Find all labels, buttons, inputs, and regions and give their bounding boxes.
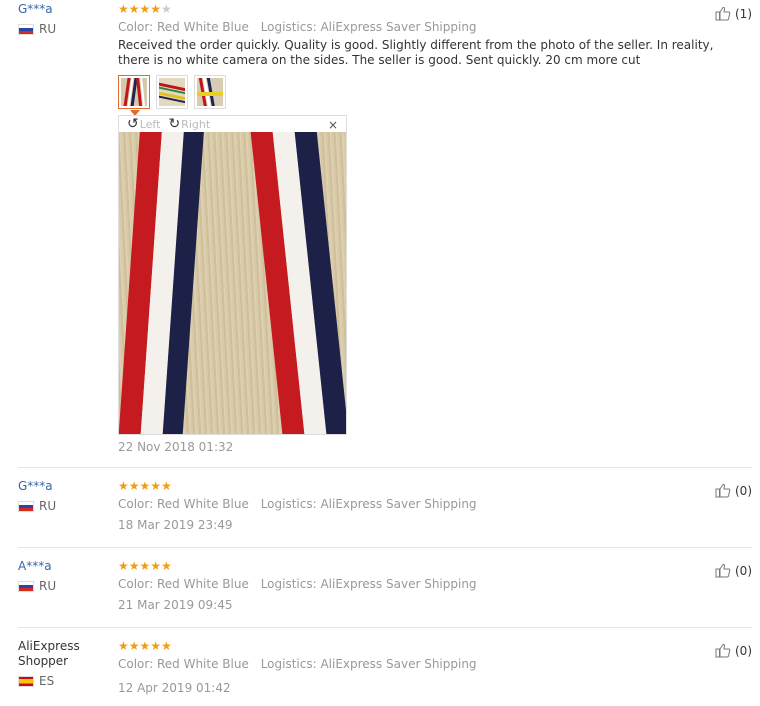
reviewer-country: RU xyxy=(18,579,113,593)
helpful-button[interactable]: (1) xyxy=(715,6,752,21)
review-date: 22 Nov 2018 01:32 xyxy=(118,440,234,454)
review-divider xyxy=(18,627,752,628)
rotate-left-button[interactable]: ↺ Left xyxy=(127,116,161,132)
flag-ru-icon xyxy=(18,500,34,512)
review-date: 18 Mar 2019 23:49 xyxy=(118,518,233,532)
helpful-button[interactable]: (0) xyxy=(715,483,752,498)
review-photo xyxy=(119,132,346,434)
country-code: RU xyxy=(39,22,57,36)
logistics-info: Logistics: AliExpress Saver Shipping xyxy=(260,497,477,511)
rotate-right-label: Right xyxy=(181,117,211,131)
review-text: Received the order quickly. Quality is g… xyxy=(118,38,714,67)
helpful-count: (0) xyxy=(735,563,752,578)
reviewer-name: AliExpress Shopper xyxy=(18,639,80,668)
close-icon[interactable]: × xyxy=(328,118,338,132)
star-rating: ★★★★★ xyxy=(118,559,172,573)
star-rating: ★★★★★ xyxy=(118,479,172,493)
country-code: RU xyxy=(39,499,57,513)
reviewer-name[interactable]: G***a xyxy=(18,2,113,17)
logistics-info: Logistics: AliExpress Saver Shipping xyxy=(260,20,477,34)
color-info: Color: Red White Blue xyxy=(118,657,249,671)
photo-thumbnail[interactable] xyxy=(118,75,150,109)
color-info: Color: Red White Blue xyxy=(118,497,249,511)
rotate-left-label: Left xyxy=(139,117,161,131)
logistics-info: Logistics: AliExpress Saver Shipping xyxy=(260,657,477,671)
helpful-count: (1) xyxy=(735,6,752,21)
helpful-button[interactable]: (0) xyxy=(715,563,752,578)
helpful-count: (0) xyxy=(735,643,752,658)
flag-ru-icon xyxy=(18,23,34,35)
review-item: AliExpress Shopper ES ★★★★★ Color: Red W… xyxy=(18,639,752,701)
color-info: Color: Red White Blue xyxy=(118,577,249,591)
review-item: G***a RU ★★★★★ Color: Red White Blue Log… xyxy=(18,479,752,539)
photo-viewer: ↺ Left ↻ Right × xyxy=(118,115,347,435)
logistics-info: Logistics: AliExpress Saver Shipping xyxy=(260,577,477,591)
country-code: ES xyxy=(39,674,55,688)
photo-viewer-toolbar: ↺ Left ↻ Right × xyxy=(119,116,346,132)
thumbs-up-icon xyxy=(715,643,731,658)
review-divider xyxy=(18,467,752,468)
review-meta: Color: Red White Blue Logistics: AliExpr… xyxy=(118,497,728,512)
photo-thumbnail[interactable] xyxy=(194,75,226,109)
color-info: Color: Red White Blue xyxy=(118,20,249,34)
flag-es-icon xyxy=(18,675,34,687)
star-rating: ★★★★★ xyxy=(118,639,172,653)
review-date: 12 Apr 2019 01:42 xyxy=(118,681,231,695)
rotate-right-button[interactable]: ↻ Right xyxy=(168,116,211,132)
review-meta: Color: Red White Blue Logistics: AliExpr… xyxy=(118,577,728,592)
thumbs-up-icon xyxy=(715,483,731,498)
helpful-count: (0) xyxy=(735,483,752,498)
helpful-button[interactable]: (0) xyxy=(715,643,752,658)
reviewer-info: AliExpress Shopper ES xyxy=(18,639,113,688)
reviewer-name[interactable]: G***a xyxy=(18,479,113,494)
review-photo-thumbnails xyxy=(118,75,728,109)
reviewer-info: A***a RU xyxy=(18,559,113,593)
review-item: G***a RU ★★★★★ Color: Red White Blue Log… xyxy=(18,2,752,462)
reviewer-name[interactable]: A***a xyxy=(18,559,113,574)
review-content: ★★★★★ Color: Red White Blue Logistics: A… xyxy=(118,639,728,695)
reviewer-info: G***a RU xyxy=(18,479,113,513)
photo-thumbnail[interactable] xyxy=(156,75,188,109)
review-content: ★★★★★ Color: Red White Blue Logistics: A… xyxy=(118,2,728,109)
review-meta: Color: Red White Blue Logistics: AliExpr… xyxy=(118,20,728,35)
review-item: A***a RU ★★★★★ Color: Red White Blue Log… xyxy=(18,559,752,619)
review-meta: Color: Red White Blue Logistics: AliExpr… xyxy=(118,657,728,672)
rotate-right-icon: ↻ xyxy=(168,116,181,132)
rotate-left-icon: ↺ xyxy=(127,116,139,132)
thumbs-up-icon xyxy=(715,6,731,21)
reviewer-info: G***a RU xyxy=(18,2,113,36)
star-rating: ★★★★★ xyxy=(118,2,172,16)
review-date: 21 Mar 2019 09:45 xyxy=(118,598,233,612)
reviewer-country: RU xyxy=(18,22,113,36)
country-code: RU xyxy=(39,579,57,593)
review-divider xyxy=(18,547,752,548)
reviewer-country: RU xyxy=(18,499,113,513)
thumbs-up-icon xyxy=(715,563,731,578)
reviewer-country: ES xyxy=(18,674,113,688)
review-content: ★★★★★ Color: Red White Blue Logistics: A… xyxy=(118,559,728,612)
flag-ru-icon xyxy=(18,580,34,592)
review-content: ★★★★★ Color: Red White Blue Logistics: A… xyxy=(118,479,728,532)
